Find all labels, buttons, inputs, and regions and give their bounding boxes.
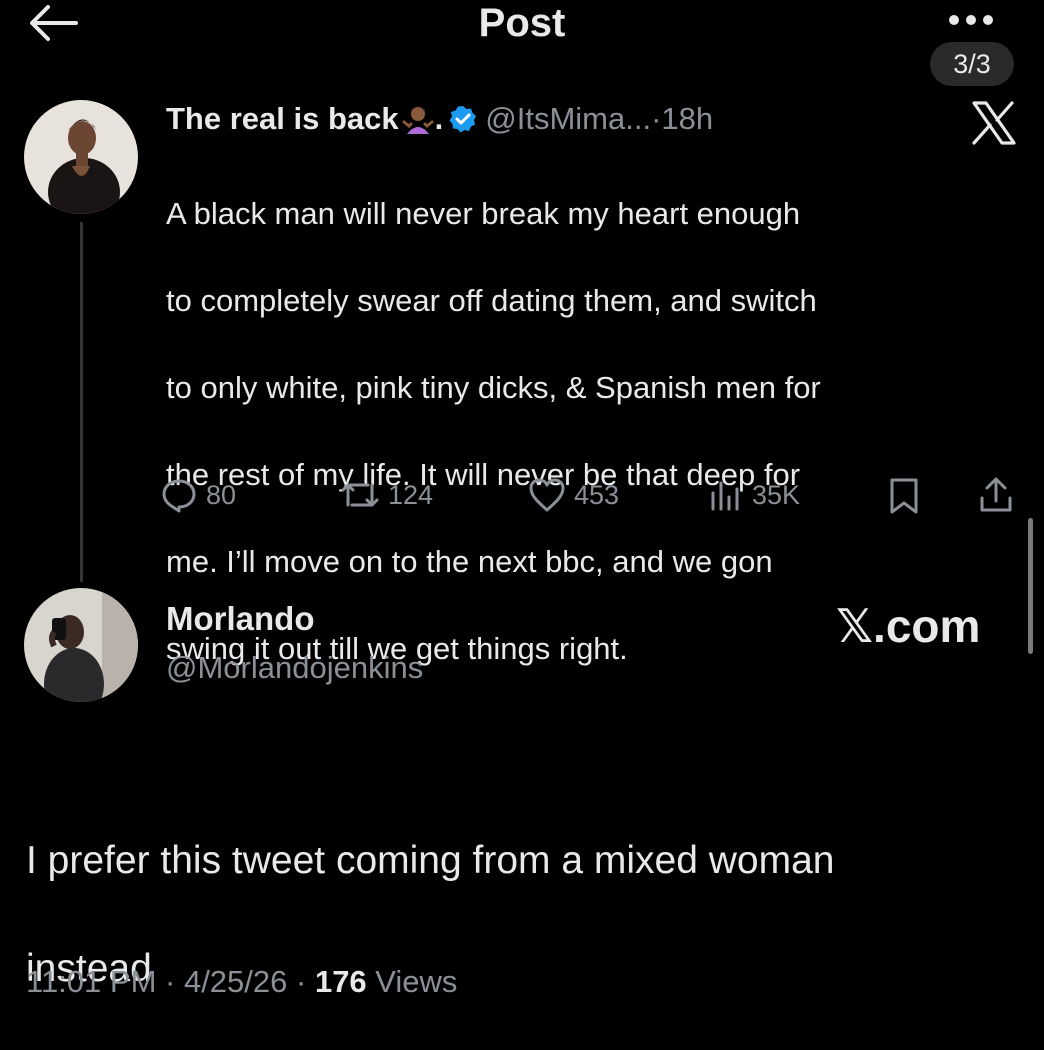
scrollbar[interactable]	[1028, 518, 1033, 654]
post-date[interactable]: 4/25/26	[184, 964, 287, 999]
repost-count: 124	[388, 479, 434, 510]
more-icon[interactable]	[946, 8, 996, 32]
like-count: 453	[574, 479, 620, 510]
post-time[interactable]: 11:01 PM	[26, 964, 156, 999]
like-button[interactable]: 453	[528, 470, 619, 520]
reply-text-line: I prefer this tweet coming from a mixed …	[26, 839, 835, 882]
avatar[interactable]	[24, 588, 138, 702]
thread-line	[80, 222, 83, 582]
meta-separator: ·	[156, 964, 184, 999]
repost-icon	[341, 483, 379, 507]
reply-icon	[162, 479, 196, 513]
views-button[interactable]: 35K	[708, 470, 800, 520]
timestamp[interactable]: 18h	[661, 101, 713, 137]
reply-handle[interactable]: @Morlandojenkins	[166, 650, 423, 686]
views-number: 176	[314, 964, 367, 999]
time-separator: ·	[651, 101, 662, 136]
views-count: 35K	[752, 479, 801, 510]
share-icon[interactable]	[978, 476, 1014, 514]
reply-display-name[interactable]: Morlando	[166, 600, 314, 638]
woman-shrugging-emoji-icon	[402, 106, 434, 134]
views-label: Views	[366, 964, 458, 999]
action-bar: 80 124 453 35K	[160, 470, 1030, 520]
x-logo-icon	[972, 101, 1016, 145]
handle[interactable]: @ItsMima...	[485, 101, 651, 137]
tweet-text-line: A black man will never break my heart en…	[166, 195, 801, 231]
display-name[interactable]: The real is back	[166, 101, 399, 137]
tweet-header: The real is back . @ItsMima... · 18h	[166, 98, 713, 140]
meta-separator: ·	[287, 964, 315, 999]
tweet-text-line: to only white, pink tiny dicks, & Spanis…	[166, 369, 821, 405]
page-title: Post	[478, 1, 566, 45]
repost-button[interactable]: 124	[340, 470, 433, 520]
post-meta: 11:01 PM · 4/25/26 · 176 Views	[26, 964, 457, 1000]
verified-icon	[449, 106, 477, 133]
reply-button[interactable]: 80	[160, 470, 236, 520]
x-com-brand: 𝕏.com	[836, 600, 981, 652]
avatar[interactable]	[24, 100, 138, 214]
tweet-text-line: me. I’ll move on to the next bbc, and we…	[166, 543, 773, 579]
tweet-text-line: to completely swear off dating them, and…	[166, 282, 817, 318]
reply-count: 80	[206, 479, 237, 510]
views-icon	[711, 481, 739, 511]
reply-text: I prefer this tweet coming from a mixed …	[26, 780, 1026, 1050]
bookmark-icon[interactable]	[888, 477, 920, 515]
like-icon	[529, 478, 565, 512]
page-indicator-badge: 3/3	[930, 42, 1014, 86]
name-suffix: .	[434, 101, 444, 136]
